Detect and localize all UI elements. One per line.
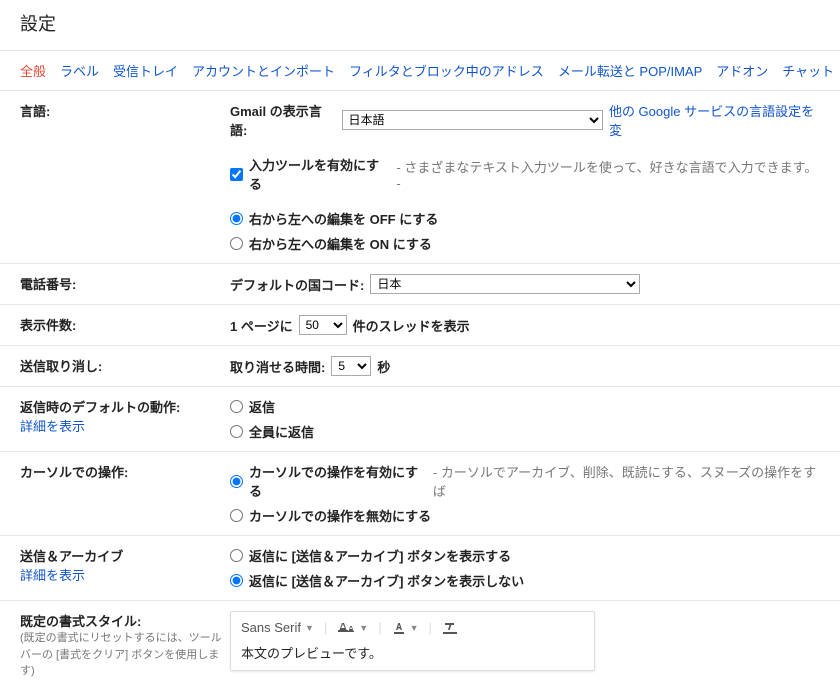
label-reply-behavior: 返信時のデフォルトの動作: xyxy=(20,397,230,416)
label-rtl-on: 右から左への編集を ON にする xyxy=(249,234,432,253)
radio-reply-all[interactable] xyxy=(230,425,243,438)
text-color-icon xyxy=(392,621,406,635)
text-color-button[interactable]: ▼ xyxy=(392,621,419,635)
tab-general[interactable]: 全般 xyxy=(20,61,46,80)
label-display-language: Gmail の表示言語: xyxy=(230,101,336,139)
label-language: 言語: xyxy=(20,104,50,119)
page-size-prefix: 1 ページに xyxy=(230,316,293,335)
label-hover-actions: カーソルでの操作: xyxy=(20,465,128,480)
label-country-code: デフォルトの国コード: xyxy=(230,275,364,294)
label-enable-input-tools: 入力ツールを有効にする xyxy=(249,155,390,193)
section-hover-actions: カーソルでの操作: カーソルでの操作を有効にする - カーソルでアーカイブ、削除… xyxy=(0,451,840,535)
radio-hover-enable[interactable] xyxy=(230,475,243,488)
label-undo-send: 送信取り消し: xyxy=(20,359,102,374)
chevron-down-icon: ▼ xyxy=(305,623,314,633)
select-undo-seconds[interactable]: 5 xyxy=(331,356,371,376)
link-change-google-language[interactable]: 他の Google サービスの言語設定を変 xyxy=(609,101,820,139)
select-page-size[interactable]: 50 xyxy=(299,315,347,335)
font-picker[interactable]: Sans Serif ▼ xyxy=(241,620,314,635)
radio-show-send-archive[interactable] xyxy=(230,549,243,562)
label-reply: 返信 xyxy=(249,397,275,416)
label-rtl-off: 右から左への編集を OFF にする xyxy=(249,209,438,228)
link-reply-details[interactable]: 詳細を表示 xyxy=(20,416,230,435)
desc-input-tools: - さまざまなテキスト入力ツールを使って、好きな言語で入力できます。 - xyxy=(396,157,820,191)
radio-hide-send-archive[interactable] xyxy=(230,574,243,587)
tab-labels[interactable]: ラベル xyxy=(60,61,99,80)
label-show-send-archive: 返信に [送信＆アーカイブ] ボタンを表示する xyxy=(249,546,511,565)
hint-default-style: (既定の書式にリセットするには、ツールバーの [書式をクリア] ボタンを使用しま… xyxy=(20,630,230,680)
label-hover-disable: カーソルでの操作を無効にする xyxy=(249,506,431,525)
section-language: 言語: Gmail の表示言語: 日本語 他の Google サービスの言語設定… xyxy=(0,90,840,263)
toolbar-separator: | xyxy=(429,620,432,635)
editor-preview-box: Sans Serif ▼ | ▼ | xyxy=(230,611,595,671)
tab-filters[interactable]: フィルタとブロック中のアドレス xyxy=(349,61,544,80)
label-default-style: 既定の書式スタイル: xyxy=(20,611,230,630)
tab-addons[interactable]: アドオン xyxy=(716,61,768,80)
tab-inbox[interactable]: 受信トレイ xyxy=(113,61,178,80)
desc-hover-enable: - カーソルでアーカイブ、削除、既読にする、スヌーズの操作をすば xyxy=(433,462,820,500)
section-send-archive: 送信＆アーカイブ 詳細を表示 返信に [送信＆アーカイブ] ボタンを表示する 返… xyxy=(0,535,840,600)
undo-suffix: 秒 xyxy=(377,357,390,376)
radio-rtl-on[interactable] xyxy=(230,237,243,250)
radio-rtl-off[interactable] xyxy=(230,212,243,225)
settings-tabs: 全般 ラベル 受信トレイ アカウントとインポート フィルタとブロック中のアドレス… xyxy=(0,51,840,90)
style-preview-text: 本文のプレビューです。 xyxy=(241,643,584,662)
section-default-style: 既定の書式スタイル: (既定の書式にリセットするには、ツールバーの [書式をクリ… xyxy=(0,600,840,690)
toolbar-separator: | xyxy=(378,620,381,635)
section-page-size: 表示件数: 1 ページに 50 件のスレッドを表示 xyxy=(0,304,840,345)
text-size-button[interactable]: ▼ xyxy=(337,621,368,635)
font-name: Sans Serif xyxy=(241,620,301,635)
radio-reply[interactable] xyxy=(230,400,243,413)
tab-forwarding[interactable]: メール転送と POP/IMAP xyxy=(558,61,702,80)
clear-formatting-button[interactable] xyxy=(442,621,458,635)
label-phone: 電話番号: xyxy=(20,277,76,292)
tab-accounts[interactable]: アカウントとインポート xyxy=(192,61,335,80)
undo-prefix: 取り消せる時間: xyxy=(230,357,325,376)
text-size-icon xyxy=(337,621,355,635)
editor-toolbar: Sans Serif ▼ | ▼ | xyxy=(241,620,584,643)
checkbox-enable-input-tools[interactable] xyxy=(230,168,243,181)
tab-chat[interactable]: チャット xyxy=(782,61,834,80)
section-undo-send: 送信取り消し: 取り消せる時間: 5 秒 xyxy=(0,345,840,386)
select-display-language[interactable]: 日本語 xyxy=(342,110,603,130)
label-hide-send-archive: 返信に [送信＆アーカイブ] ボタンを表示しない xyxy=(249,571,524,590)
label-reply-all: 全員に返信 xyxy=(249,422,314,441)
clear-formatting-icon xyxy=(442,621,458,635)
section-reply-behavior: 返信時のデフォルトの動作: 詳細を表示 返信 全員に返信 xyxy=(0,386,840,451)
select-country-code[interactable]: 日本 xyxy=(370,274,640,294)
label-hover-enable: カーソルでの操作を有効にする xyxy=(249,462,427,500)
section-phone: 電話番号: デフォルトの国コード: 日本 xyxy=(0,263,840,304)
chevron-down-icon: ▼ xyxy=(359,623,368,633)
chevron-down-icon: ▼ xyxy=(410,623,419,633)
toolbar-separator: | xyxy=(324,620,327,635)
label-page-size: 表示件数: xyxy=(20,318,76,333)
radio-hover-disable[interactable] xyxy=(230,509,243,522)
page-size-suffix: 件のスレッドを表示 xyxy=(353,316,470,335)
page-title: 設定 xyxy=(0,0,840,50)
label-send-archive: 送信＆アーカイブ xyxy=(20,546,230,565)
link-send-archive-details[interactable]: 詳細を表示 xyxy=(20,565,230,584)
